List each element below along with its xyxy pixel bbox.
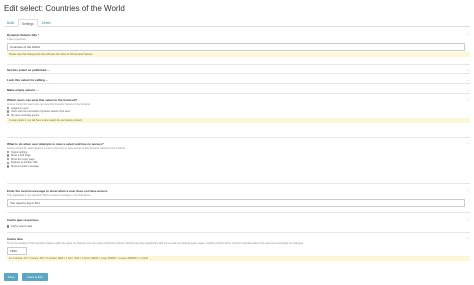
view-access-field: Which users can view this select in the … [7,98,470,138]
empty-field[interactable]: Make empty selects ... ⌄ [7,88,470,94]
chevron-up-icon[interactable]: ⌃ [466,189,469,193]
cache-time-label: Cache time [7,237,24,241]
ajax-cache-label: Cache ajax responses [7,218,39,222]
cache-time-desc: To set the duration of this Dynamic Sele… [7,242,304,245]
chevron-up-icon[interactable]: ⌃ [466,142,469,146]
view-option[interactable]: Logged in users [7,107,470,110]
radio-icon[interactable] [7,114,10,117]
page-title: Edit select: Countries of the World [4,4,125,13]
tab-settings[interactable]: Settings [18,19,38,27]
no-access-option[interactable]: Output nothing [7,151,470,154]
cache-time-field: Cache time ⌃ To set the duration of this … [7,237,470,269]
title-field: Dynamic Selects title * ⌃ A title is requ… [7,33,470,65]
radio-icon[interactable] [7,158,10,161]
chevron-up-icon[interactable]: ⌃ [466,98,469,102]
settings-page: Edit select: Countries of the World Buil… [4,0,470,285]
view-access-desc: Access control for users who can view th… [7,103,91,106]
view-option[interactable]: Users with the permission 'dynamic selec… [7,110,470,113]
cache-time-note: For example: 60 = 1 minute, 300 = 5 minu… [7,255,470,261]
chevron-down-icon[interactable]: ⌄ [466,88,469,92]
empty-label: Make empty selects ... [7,88,39,92]
no-access-option[interactable]: Show a 403 Page [7,154,470,157]
no-access-desc: Access control for what happens in view … [7,147,126,150]
message-label: Enter the custom message to show when a … [7,189,108,193]
radio-icon[interactable] [7,165,10,168]
message-input[interactable]: You need to log in first [7,198,465,207]
radio-icon[interactable] [7,150,10,154]
title-label: Dynamic Selects title * [7,33,40,37]
no-access-label: What to do when user attempts to view a … [7,142,104,146]
save-button[interactable]: Save [4,273,18,281]
view-access-label: Which users can view this select in the … [7,98,78,102]
tab-delete[interactable]: Delete [39,19,54,26]
radio-icon[interactable] [7,154,10,157]
title-input[interactable]: Countries of the World [7,42,465,51]
chevron-down-icon[interactable]: ⌄ [466,68,469,72]
no-access-option[interactable]: Redirect to another URL [7,161,470,164]
ajax-cache-option[interactable]: Cache selects data [7,225,470,228]
save-exit-button[interactable]: Save & Exit [22,273,48,281]
no-access-option[interactable]: Show a custom message [7,165,470,168]
tab-build[interactable]: Build [4,19,17,26]
chevron-up-icon[interactable]: ⌃ [466,33,469,37]
locked-field[interactable]: Lock this select for editing ... ⌄ [7,78,470,84]
radio-icon[interactable] [7,106,10,110]
checkbox-icon[interactable] [7,225,10,228]
message-desc: Only applicable if you specified 'Show a… [7,194,92,197]
view-access-note: If setup option 2, you will have to also… [7,117,470,123]
locked-label: Lock this select for editing ... [7,78,49,82]
view-option[interactable]: All users including guests [7,114,470,117]
title-note: Please note that changing the title will… [7,51,470,57]
published-label: Set this select as published ... [7,68,50,72]
title-desc: A title is required. [7,38,27,41]
no-access-field: What to do when user attempts to view a … [7,142,470,184]
radio-icon[interactable] [7,110,10,113]
chevron-up-icon[interactable]: ⌃ [466,218,469,222]
chevron-up-icon[interactable]: ⌃ [466,237,469,241]
message-field: Enter the custom message to show when a … [7,189,470,213]
ajax-cache-field: Cache ajax responses ⌃ Cache selects data [7,218,470,233]
cache-time-input[interactable]: 7200 [7,246,27,255]
published-field[interactable]: Set this select as published ... ⌄ [7,68,470,74]
radio-icon[interactable] [7,161,10,165]
tab-bar: Build Settings Delete [4,19,470,27]
no-access-option[interactable]: Show the Login page [7,158,470,161]
chevron-down-icon[interactable]: ⌄ [466,78,469,82]
